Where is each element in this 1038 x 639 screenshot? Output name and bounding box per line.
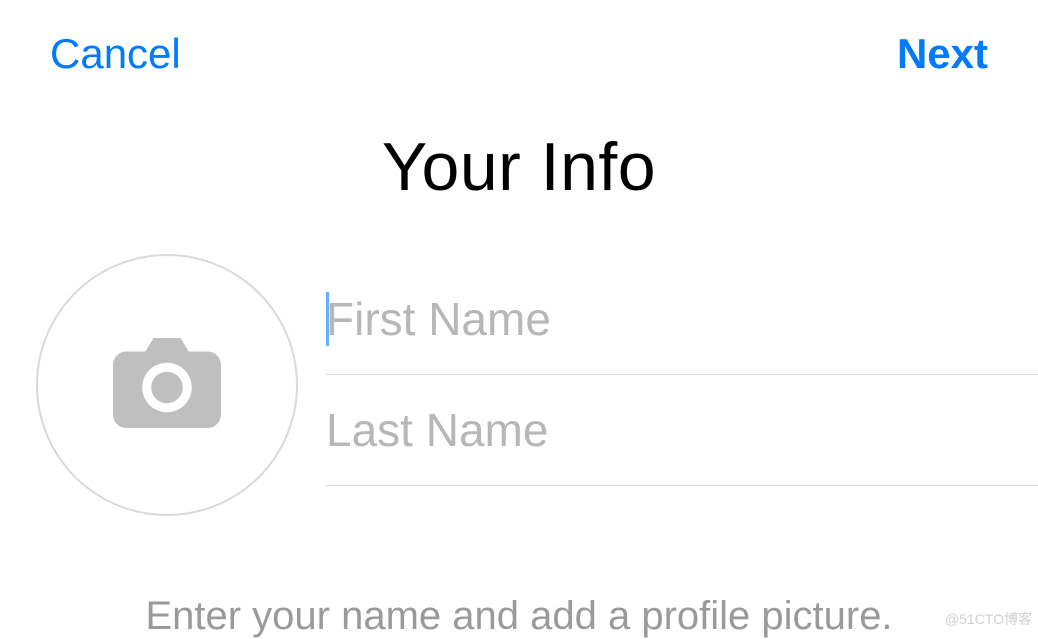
form-area xyxy=(0,254,1038,516)
next-button[interactable]: Next xyxy=(897,30,988,78)
first-name-field[interactable] xyxy=(326,264,1038,375)
camera-icon xyxy=(112,338,222,433)
add-photo-button[interactable] xyxy=(36,254,298,516)
last-name-wrap xyxy=(326,375,1038,486)
name-fields xyxy=(326,254,1038,486)
last-name-field[interactable] xyxy=(326,375,1038,486)
hint-text: Enter your name and add a profile pictur… xyxy=(0,594,1038,639)
page-title: Your Info xyxy=(0,128,1038,206)
header-bar: Cancel Next xyxy=(0,0,1038,78)
first-name-wrap xyxy=(326,264,1038,375)
watermark-text: @51CTO博客 xyxy=(945,609,1032,629)
cancel-button[interactable]: Cancel xyxy=(50,30,181,78)
